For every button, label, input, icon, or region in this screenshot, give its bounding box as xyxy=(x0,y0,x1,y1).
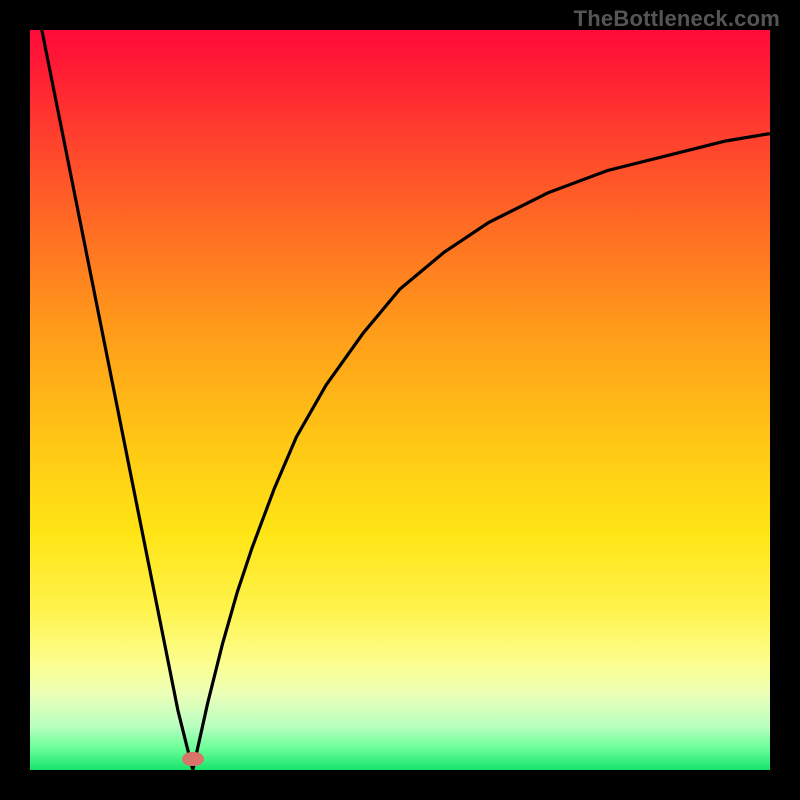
bottleneck-curve xyxy=(30,30,770,770)
watermark-label: TheBottleneck.com xyxy=(574,6,780,32)
plot-area xyxy=(30,30,770,770)
outer-frame: TheBottleneck.com xyxy=(0,0,800,800)
curve-path xyxy=(30,30,770,770)
optimum-marker xyxy=(182,752,204,766)
